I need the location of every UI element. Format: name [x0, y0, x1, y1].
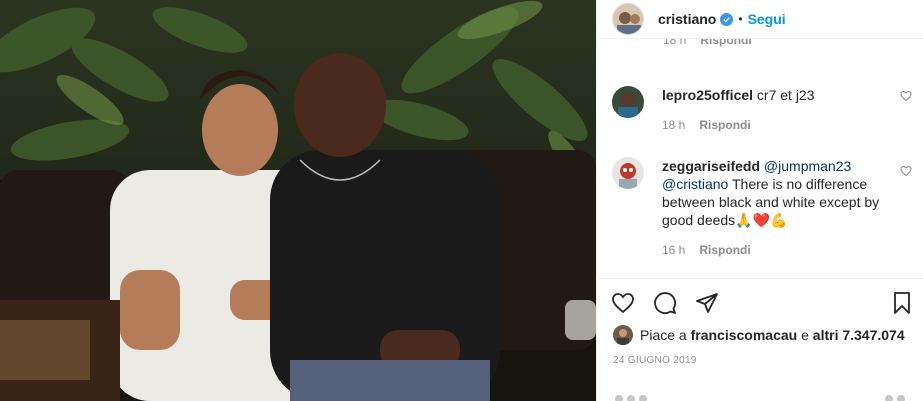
like-comment-heart-icon[interactable]	[900, 165, 912, 177]
paper-plane-icon[interactable]	[695, 291, 719, 315]
liker-username[interactable]: franciscomacau	[691, 327, 798, 343]
liker-avatar[interactable]	[613, 325, 633, 345]
comment-text: cr7 et j23	[756, 87, 815, 103]
mention-link[interactable]: @cristiano	[662, 176, 728, 192]
comments-list[interactable]: 18 h Rispondi lepro25officel cr7 et j23 1…	[597, 38, 923, 278]
comment-item: lepro25officel cr7 et j23 18 h Rispondi	[612, 86, 912, 132]
comment-meta: 18 h Rispondi	[662, 118, 912, 132]
header-separator: •	[738, 12, 743, 26]
comment-input-peek	[615, 395, 905, 401]
mention-link[interactable]: @jumpman23	[764, 158, 851, 174]
comment-time: 18 h	[663, 38, 687, 47]
post-photo[interactable]	[0, 0, 596, 401]
comment-meta: 16 h Rispondi	[662, 243, 912, 257]
author-username[interactable]: cristiano	[658, 11, 716, 27]
author-avatar[interactable]	[612, 3, 644, 35]
commenter-avatar[interactable]	[612, 86, 644, 118]
reply-button[interactable]: Rispondi	[699, 118, 750, 132]
likes-count-link[interactable]: altri 7.347.074	[813, 327, 905, 343]
heart-icon[interactable]	[611, 291, 635, 315]
likes-prefix: Piace a	[640, 327, 687, 343]
partial-comment-meta: 18 h Rispondi	[663, 38, 752, 47]
comment-body: zeggariseifedd @jumpman23 @cristiano The…	[662, 157, 894, 229]
commenter-avatar[interactable]	[612, 157, 644, 189]
post-side-panel: cristiano • Segui 18 h Rispondi lepro25of…	[596, 0, 923, 401]
comment-item: zeggariseifedd @jumpman23 @cristiano The…	[612, 157, 912, 257]
follow-button[interactable]: Segui	[748, 11, 786, 27]
action-bar	[611, 291, 737, 315]
commenter-username[interactable]: zeggariseifedd	[662, 158, 760, 174]
reply-button[interactable]: Rispondi	[699, 243, 750, 257]
likes-summary: Piace a franciscomacau e altri 7.347.074	[613, 325, 905, 345]
commenter-username[interactable]: lepro25officel	[662, 87, 753, 103]
speech-bubble-icon[interactable]	[653, 291, 677, 315]
comment-time: 16 h	[662, 243, 686, 257]
bookmark-icon[interactable]	[890, 291, 914, 315]
like-comment-heart-icon[interactable]	[900, 90, 912, 102]
comment-time: 18 h	[662, 118, 686, 132]
likes-connector: e	[801, 327, 809, 343]
post-date: 24 GIUGNO 2019	[613, 355, 697, 366]
post-actions-section: Piace a franciscomacau e altri 7.347.074…	[597, 278, 923, 401]
post-image	[0, 0, 596, 401]
verified-badge-icon	[720, 12, 734, 26]
post-header: cristiano • Segui	[597, 0, 923, 38]
reply-button[interactable]: Rispondi	[700, 39, 751, 47]
comment-body: lepro25officel cr7 et j23	[662, 86, 894, 104]
